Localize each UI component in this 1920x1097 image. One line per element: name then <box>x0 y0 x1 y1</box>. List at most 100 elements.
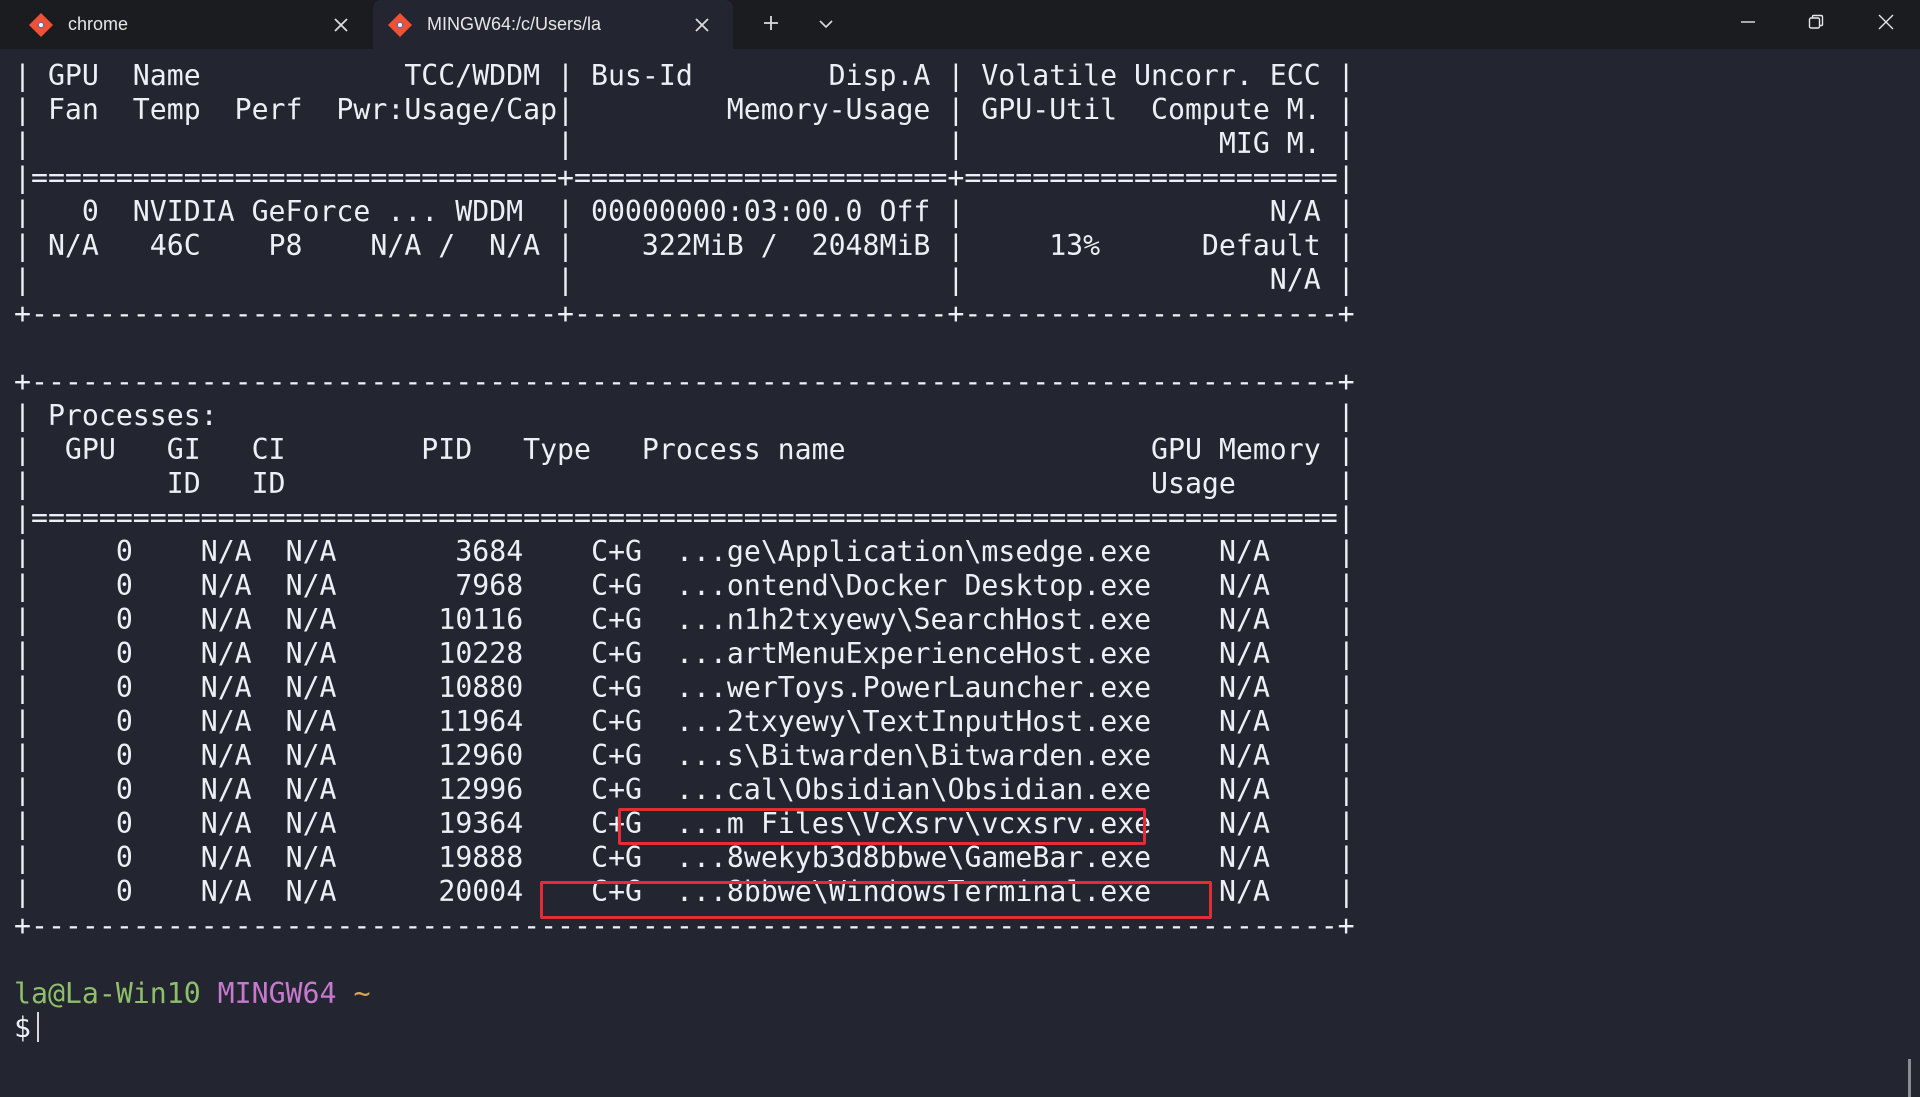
process-gi-cell: N/A <box>200 807 252 840</box>
process-ci-cell: N/A <box>285 807 337 840</box>
close-icon[interactable] <box>328 12 354 38</box>
gpu-table-line: | N/A 46C P8 N/A / N/A | 322MiB / 2048Mi… <box>14 229 1355 262</box>
process-ci-cell: N/A <box>285 739 337 772</box>
process-memory-cell: N/A <box>1219 773 1270 806</box>
process-name-cell: ...2txyewy\TextInputHost.exe <box>675 705 1152 738</box>
process-gpu-cell: 0 <box>115 637 133 670</box>
process-type-cell: C+G <box>591 841 643 874</box>
process-header-line: | GPU GI CI PID Type Process name GPU Me… <box>14 433 1355 466</box>
process-gpu-cell: 0 <box>115 603 133 636</box>
tab-dropdown-button[interactable] <box>809 8 843 42</box>
process-type-cell: C+G <box>591 671 643 704</box>
prompt-directory: ~ <box>353 977 371 1010</box>
process-ci-cell: N/A <box>285 875 337 908</box>
table-row: | 0 N/A N/A 3684 C+G ...ge\Application\m… <box>14 535 1355 568</box>
process-pid-cell: 7968 <box>455 569 524 602</box>
minimize-icon <box>1740 14 1756 35</box>
process-pid-cell: 10116 <box>438 603 524 636</box>
process-type-cell: C+G <box>591 603 643 636</box>
process-header-line: +---------------------------------------… <box>14 365 1355 398</box>
chevron-down-icon <box>819 16 833 34</box>
process-memory-cell: N/A <box>1219 637 1270 670</box>
table-row: | 0 N/A N/A 10116 C+G ...n1h2txyewy\Sear… <box>14 603 1355 636</box>
process-gi-cell: N/A <box>200 739 252 772</box>
gpu-table-line: | Fan Temp Perf Pwr:Usage/Cap| Memory-Us… <box>14 93 1355 126</box>
restore-icon <box>1808 14 1824 35</box>
terminal-area[interactable]: | GPU Name TCC/WDDM | Bus-Id Disp.A | Vo… <box>0 49 1920 1097</box>
process-ci-cell: N/A <box>285 773 337 806</box>
gpu-table-line: | | | N/A | <box>14 263 1355 296</box>
process-name-cell: ...n1h2txyewy\SearchHost.exe <box>675 603 1152 636</box>
process-memory-cell: N/A <box>1219 671 1270 704</box>
process-memory-cell: N/A <box>1219 875 1270 908</box>
text-cursor <box>36 1012 39 1042</box>
process-gi-cell: N/A <box>200 841 252 874</box>
process-gi-cell: N/A <box>200 705 252 738</box>
process-name-cell: ...artMenuExperienceHost.exe <box>675 637 1152 670</box>
process-gpu-cell: 0 <box>115 807 133 840</box>
process-pid-cell: 20004 <box>438 875 524 908</box>
new-tab-button[interactable] <box>754 8 788 42</box>
process-pid-cell: 11964 <box>438 705 524 738</box>
close-window-button[interactable] <box>1852 0 1920 49</box>
prompt-symbol: $ <box>14 1011 31 1044</box>
git-bash-icon <box>387 12 413 38</box>
process-name-cell: ...werToys.PowerLauncher.exe <box>675 671 1152 704</box>
highlight-box-windowsterminal <box>540 881 1212 919</box>
process-memory-cell: N/A <box>1219 569 1270 602</box>
process-table-header: +---------------------------------------… <box>14 365 1355 534</box>
process-gpu-cell: 0 <box>115 773 133 806</box>
title-bar: chrome MINGW64:/c/Users/la <box>0 0 1920 49</box>
process-ci-cell: N/A <box>285 603 337 636</box>
process-memory-cell: N/A <box>1219 705 1270 738</box>
process-header-line: | Processes: | <box>14 399 1355 432</box>
process-type-cell: C+G <box>591 535 643 568</box>
gpu-status-table: | GPU Name TCC/WDDM | Bus-Id Disp.A | Vo… <box>14 59 1355 330</box>
process-pid-cell: 19888 <box>438 841 524 874</box>
process-gpu-cell: 0 <box>115 705 133 738</box>
table-row: | 0 N/A N/A 7968 C+G ...ontend\Docker De… <box>14 569 1355 602</box>
scrollbar-thumb[interactable] <box>1908 1059 1911 1097</box>
table-row: | 0 N/A N/A 10228 C+G ...artMenuExperien… <box>14 637 1355 670</box>
process-type-cell: C+G <box>591 637 643 670</box>
table-row: | 0 N/A N/A 12960 C+G ...s\Bitwarden\Bit… <box>14 739 1355 772</box>
process-type-cell: C+G <box>591 569 643 602</box>
process-ci-cell: N/A <box>285 535 337 568</box>
process-type-cell: C+G <box>591 705 643 738</box>
process-name-cell: ...8wekyb3d8bbwe\GameBar.exe <box>675 841 1152 874</box>
table-row: | 0 N/A N/A 19888 C+G ...8wekyb3d8bbwe\G… <box>14 841 1355 874</box>
process-gi-cell: N/A <box>200 671 252 704</box>
process-pid-cell: 19364 <box>438 807 524 840</box>
prompt-system: MINGW64 <box>217 977 337 1010</box>
process-header-line: |=======================================… <box>14 501 1355 534</box>
process-gpu-cell: 0 <box>115 739 133 772</box>
process-gi-cell: N/A <box>200 569 252 602</box>
gpu-table-line: +-------------------------------+-------… <box>14 297 1355 330</box>
gpu-table-line: | 0 NVIDIA GeForce ... WDDM | 00000000:0… <box>14 195 1355 228</box>
tab-title: chrome <box>68 14 129 34</box>
tab-chrome[interactable]: chrome <box>0 0 372 49</box>
process-name-cell: ...cal\Obsidian\Obsidian.exe <box>675 773 1152 806</box>
process-gi-cell: N/A <box>200 773 252 806</box>
restore-button[interactable] <box>1782 0 1850 49</box>
minimize-button[interactable] <box>1714 0 1782 49</box>
process-gi-cell: N/A <box>200 535 252 568</box>
process-memory-cell: N/A <box>1219 841 1270 874</box>
process-memory-cell: N/A <box>1219 739 1270 772</box>
process-gpu-cell: 0 <box>115 569 133 602</box>
process-type-cell: C+G <box>591 773 643 806</box>
process-ci-cell: N/A <box>285 705 337 738</box>
process-ci-cell: N/A <box>285 671 337 704</box>
prompt-user-host: la@La-Win10 <box>14 977 201 1010</box>
git-bash-icon <box>28 12 54 38</box>
close-icon[interactable] <box>689 12 715 38</box>
table-row: | 0 N/A N/A 12996 C+G ...cal\Obsidian\Ob… <box>14 773 1355 806</box>
gpu-table-line: | GPU Name TCC/WDDM | Bus-Id Disp.A | Vo… <box>14 59 1355 92</box>
tab-mingw64[interactable]: MINGW64:/c/Users/la <box>373 0 733 49</box>
process-name-cell: ...s\Bitwarden\Bitwarden.exe <box>675 739 1152 772</box>
table-row: | 0 N/A N/A 11964 C+G ...2txyewy\TextInp… <box>14 705 1355 738</box>
process-table-body: | 0 N/A N/A 3684 C+G ...ge\Application\m… <box>14 535 1355 908</box>
process-pid-cell: 12996 <box>438 773 524 806</box>
table-row: | 0 N/A N/A 10880 C+G ...werToys.PowerLa… <box>14 671 1355 704</box>
process-memory-cell: N/A <box>1219 807 1270 840</box>
